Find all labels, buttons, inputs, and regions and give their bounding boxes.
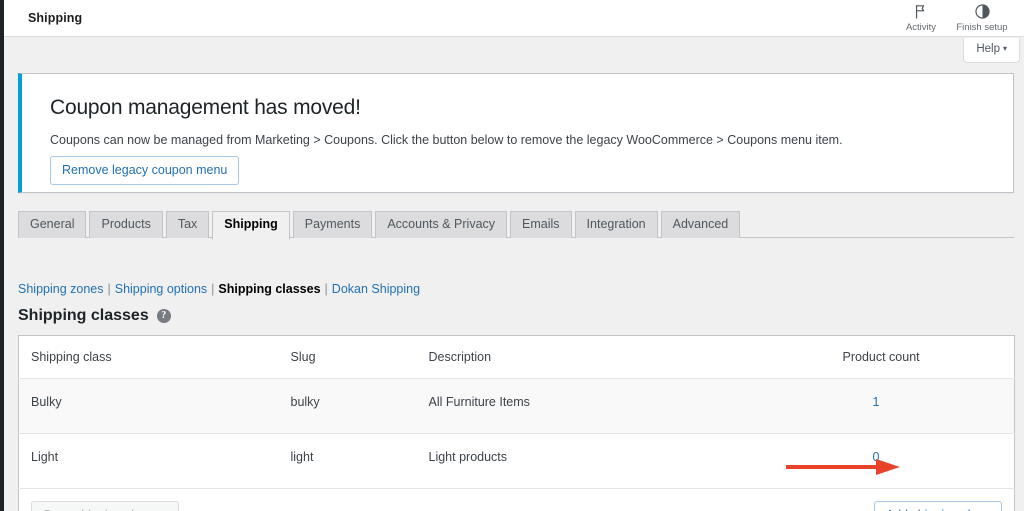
tab-products[interactable]: Products: [89, 211, 163, 238]
column-header-product-count: Product count: [842, 335, 1015, 379]
section-heading: Shipping classes ?: [18, 306, 171, 326]
finish-setup-label: Finish setup: [956, 22, 1008, 33]
notice-description: Coupons can now be managed from Marketin…: [50, 133, 843, 147]
table-header-row: Shipping class Slug Description Product …: [18, 335, 1015, 379]
cell-shipping-class: Light: [18, 433, 291, 489]
cell-description: All Furniture Items: [428, 378, 843, 434]
page-content: Coupon management has moved! Coupons can…: [4, 37, 1024, 511]
product-count-link[interactable]: 0: [843, 450, 880, 464]
tab-shipping[interactable]: Shipping: [212, 211, 290, 240]
subnav-separator: |: [211, 282, 215, 296]
subnav-shipping-zones[interactable]: Shipping zones: [18, 282, 103, 296]
table-footer-row: Save shipping classes Add shipping class: [18, 488, 1015, 511]
save-shipping-classes-button[interactable]: Save shipping classes: [31, 501, 179, 511]
subnav-separator: |: [107, 282, 111, 296]
tab-accounts-privacy[interactable]: Accounts & Privacy: [375, 211, 508, 238]
shipping-subnav: Shipping zones | Shipping options | Shipping…: [18, 281, 420, 297]
table-row[interactable]: Bulky bulky All Furniture Items 1: [18, 378, 1015, 434]
tab-payments[interactable]: Payments: [292, 211, 373, 238]
cell-shipping-class: Bulky: [18, 378, 291, 434]
cell-product-count: 1: [842, 378, 1015, 434]
admin-sidebar-edge: [0, 0, 4, 511]
column-header-shipping-class: Shipping class: [18, 335, 291, 379]
half-circle-progress-icon: [974, 3, 991, 20]
subnav-dokan-shipping[interactable]: Dokan Shipping: [332, 282, 420, 296]
add-shipping-class-button[interactable]: Add shipping class: [873, 501, 1002, 511]
help-tab[interactable]: Help ▾: [963, 38, 1020, 63]
cell-description: Light products: [428, 433, 843, 489]
column-header-slug: Slug: [290, 335, 429, 379]
settings-tabs: General Products Tax Shipping Payments Accoun…: [18, 211, 1014, 240]
table-body: Bulky bulky All Furniture Items 1 Light …: [18, 378, 1015, 489]
table-foot: Save shipping classes Add shipping class: [18, 488, 1015, 511]
shipping-classes-table: Shipping class Slug Description Product …: [18, 335, 1015, 511]
wc-admin-header: Shipping Activity Finish setup: [4, 0, 1024, 37]
page-title: Shipping: [28, 11, 83, 25]
tab-advanced[interactable]: Advanced: [660, 211, 741, 238]
activity-label: Activity: [905, 22, 937, 33]
table-row[interactable]: Light light Light products 0: [18, 433, 1015, 489]
column-header-description: Description: [428, 335, 843, 379]
cell-slug: bulky: [290, 378, 429, 434]
help-tab-label: Help: [976, 43, 1000, 55]
question-mark-icon[interactable]: ?: [156, 309, 171, 323]
table-footer-cell: Save shipping classes Add shipping class: [18, 488, 1015, 511]
subnav-shipping-options[interactable]: Shipping options: [115, 282, 207, 296]
table-head: Shipping class Slug Description Product …: [18, 335, 1015, 379]
flag-icon: [913, 3, 930, 20]
table-footer-actions: Save shipping classes Add shipping class: [31, 501, 1002, 511]
finish-setup-button[interactable]: Finish setup: [950, 3, 1014, 33]
subnav-shipping-classes[interactable]: Shipping classes: [218, 282, 320, 296]
header-actions: Activity Finish setup: [892, 0, 1024, 36]
tab-general[interactable]: General: [18, 211, 87, 238]
cell-slug: light: [290, 433, 429, 489]
chevron-down-icon: ▾: [1002, 44, 1007, 53]
tab-tax[interactable]: Tax: [165, 211, 210, 238]
tab-emails[interactable]: Emails: [510, 211, 572, 238]
cell-product-count: 0: [842, 433, 1015, 489]
remove-legacy-coupon-menu-button[interactable]: Remove legacy coupon menu: [50, 156, 240, 185]
product-count-link[interactable]: 1: [843, 395, 880, 409]
coupon-moved-notice: Coupon management has moved! Coupons can…: [18, 73, 1014, 193]
tab-integration[interactable]: Integration: [574, 211, 658, 238]
section-title: Shipping classes: [18, 307, 149, 324]
subnav-separator: |: [324, 282, 328, 296]
notice-title: Coupon management has moved!: [50, 96, 361, 119]
activity-button[interactable]: Activity: [892, 3, 950, 33]
